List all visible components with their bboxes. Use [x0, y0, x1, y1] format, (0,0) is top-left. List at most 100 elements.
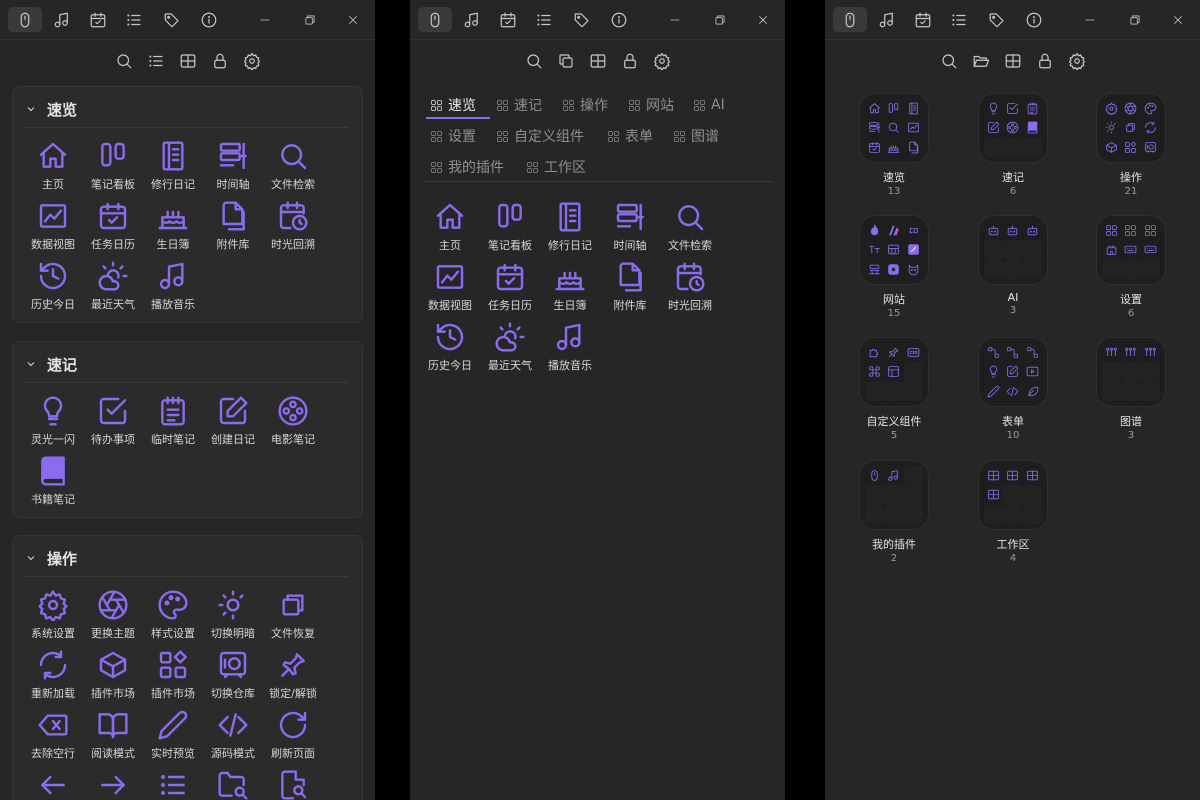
command-item[interactable]: 临时笔记	[143, 394, 203, 454]
info-icon[interactable]	[602, 7, 636, 32]
gear-icon[interactable]	[243, 48, 261, 74]
folder-open-icon[interactable]	[972, 48, 990, 74]
music-icon[interactable]	[870, 7, 904, 32]
command-item[interactable]	[143, 768, 203, 800]
tags-icon[interactable]	[155, 7, 189, 32]
tags-icon[interactable]	[565, 7, 599, 32]
command-item[interactable]: 时间轴	[203, 139, 263, 199]
command-item[interactable]: 锁定/解锁	[263, 648, 323, 708]
restore-button[interactable]	[1121, 7, 1149, 32]
minimize-button[interactable]	[251, 7, 279, 32]
calendar-check-icon[interactable]	[491, 7, 525, 32]
layout-icon[interactable]	[1004, 48, 1022, 74]
folder-2[interactable]: 操作 21	[1071, 93, 1191, 197]
folder-8[interactable]: 图谱 3	[1071, 337, 1191, 441]
command-item[interactable]: 主页	[23, 139, 83, 199]
command-item[interactable]: 笔记看板	[83, 139, 143, 199]
command-item[interactable]: 样式设置	[143, 588, 203, 648]
command-item[interactable]: 刷新页面	[263, 708, 323, 768]
list-icon[interactable]	[527, 7, 561, 32]
search-icon[interactable]	[115, 48, 133, 74]
gear-icon[interactable]	[1068, 48, 1086, 74]
mouse-icon[interactable]	[8, 7, 42, 32]
command-item[interactable]: 任务日历	[83, 199, 143, 259]
info-icon[interactable]	[1017, 7, 1051, 32]
section-header[interactable]: 速览	[25, 99, 77, 119]
command-item[interactable]: 时光回溯	[263, 199, 323, 259]
command-item[interactable]: 切换仓库	[203, 648, 263, 708]
command-item[interactable]: 系统设置	[23, 588, 83, 648]
tag-3[interactable]: 网站	[628, 92, 674, 118]
command-item[interactable]: 数据视图	[23, 199, 83, 259]
command-item[interactable]: 时间轴	[600, 200, 660, 260]
command-item[interactable]: 播放音乐	[143, 259, 203, 319]
command-item[interactable]: 最近天气	[83, 259, 143, 319]
command-item[interactable]: 修行日记	[143, 139, 203, 199]
tag-1[interactable]: 速记	[496, 92, 542, 118]
close-button[interactable]	[339, 7, 367, 32]
restore-button[interactable]	[296, 7, 324, 32]
mouse-icon[interactable]	[418, 7, 452, 32]
command-item[interactable]: 生日簿	[143, 199, 203, 259]
command-item[interactable]	[83, 768, 143, 800]
command-item[interactable]: 生日簿	[540, 260, 600, 320]
lock-icon[interactable]	[211, 48, 229, 74]
command-item[interactable]	[263, 768, 323, 800]
command-item[interactable]: 阅读模式	[83, 708, 143, 768]
command-item[interactable]: 附件库	[600, 260, 660, 320]
command-item[interactable]: 笔记看板	[480, 200, 540, 260]
command-item[interactable]: 实时预览	[143, 708, 203, 768]
info-icon[interactable]	[192, 7, 226, 32]
command-item[interactable]: 切换明暗	[203, 588, 263, 648]
gear-icon[interactable]	[653, 48, 671, 74]
music-icon[interactable]	[455, 7, 489, 32]
section-header[interactable]: 操作	[25, 548, 77, 568]
tag-10[interactable]: 工作区	[526, 154, 586, 180]
command-item[interactable]: 书籍笔记	[23, 454, 83, 514]
music-icon[interactable]	[45, 7, 79, 32]
command-item[interactable]: 电影笔记	[263, 394, 323, 454]
command-item[interactable]: 源码模式	[203, 708, 263, 768]
lock-icon[interactable]	[1036, 48, 1054, 74]
restore-button[interactable]	[706, 7, 734, 32]
command-item[interactable]: 文件检索	[660, 200, 720, 260]
command-item[interactable]: 灵光一闪	[23, 394, 83, 454]
command-item[interactable]: 时光回溯	[660, 260, 720, 320]
calendar-check-icon[interactable]	[81, 7, 115, 32]
tag-2[interactable]: 操作	[562, 92, 608, 118]
command-item[interactable]: 更换主题	[83, 588, 143, 648]
folder-7[interactable]: 表单 10	[953, 337, 1073, 441]
folder-9[interactable]: 我的插件 2	[834, 460, 954, 564]
tag-5[interactable]: 设置	[430, 123, 476, 149]
folder-3[interactable]: 网站 15	[834, 215, 954, 319]
command-item[interactable]: 插件市场	[83, 648, 143, 708]
copy-icon[interactable]	[557, 48, 575, 74]
command-item[interactable]: 文件检索	[263, 139, 323, 199]
search-icon[interactable]	[525, 48, 543, 74]
command-item[interactable]: 去除空行	[23, 708, 83, 768]
folder-10[interactable]: 工作区 4	[953, 460, 1073, 564]
tag-0[interactable]: 速览	[430, 92, 476, 118]
command-item[interactable]: 任务日历	[480, 260, 540, 320]
command-item[interactable]: 最近天气	[480, 320, 540, 380]
list-icon[interactable]	[117, 7, 151, 32]
command-item[interactable]	[23, 768, 83, 800]
folder-0[interactable]: 速览 13	[834, 93, 954, 197]
command-item[interactable]: 附件库	[203, 199, 263, 259]
tag-7[interactable]: 表单	[607, 123, 653, 149]
folder-1[interactable]: 速记 6	[953, 93, 1073, 197]
tag-4[interactable]: AI	[693, 92, 725, 118]
tag-6[interactable]: 自定义组件	[496, 123, 584, 149]
close-button[interactable]	[1164, 7, 1192, 32]
command-item[interactable]	[203, 768, 263, 800]
folder-4[interactable]: AI 3	[953, 215, 1073, 316]
minimize-button[interactable]	[1076, 7, 1104, 32]
tag-9[interactable]: 我的插件	[430, 154, 504, 180]
layout-icon[interactable]	[589, 48, 607, 74]
calendar-check-icon[interactable]	[906, 7, 940, 32]
command-item[interactable]: 历史今日	[420, 320, 480, 380]
section-header[interactable]: 速记	[25, 354, 77, 374]
mouse-icon[interactable]	[833, 7, 867, 32]
tags-icon[interactable]	[980, 7, 1014, 32]
list-icon[interactable]	[942, 7, 976, 32]
